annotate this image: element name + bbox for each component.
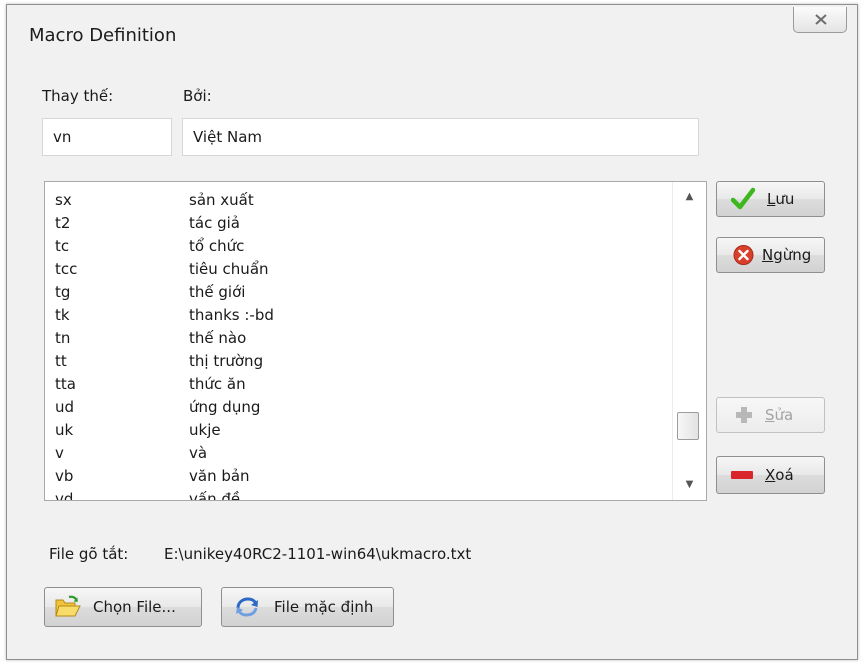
macro-list-rows: sx sản xuất t2 tác giả tc tổ chức tcc tiêu chuẩ… (45, 189, 673, 501)
macro-key: vb (55, 467, 74, 485)
file-path: E:\unikey40RC2-1101-win64\ukmacro.txt (164, 545, 472, 563)
list-item[interactable]: tta thức ăn (45, 373, 673, 396)
list-item[interactable]: tc tổ chức (45, 235, 673, 258)
plus-icon (736, 407, 752, 423)
macro-list[interactable]: sx sản xuất t2 tác giả tc tổ chức tcc tiêu chuẩ… (44, 181, 707, 501)
delete-button[interactable]: Xoá (716, 456, 825, 494)
list-item[interactable]: v và (45, 442, 673, 465)
default-file-button[interactable]: File mặc định (221, 587, 394, 627)
list-item[interactable]: vb văn bản (45, 465, 673, 488)
macro-key: sx (55, 191, 72, 209)
replace-input[interactable]: vn (42, 118, 172, 156)
stop-button-label: Ngừng (762, 246, 812, 264)
dialog-title: Macro Definition (29, 25, 177, 46)
scroll-up-arrow-icon[interactable]: ▲ (673, 186, 706, 208)
macro-key: tg (55, 283, 71, 301)
list-item[interactable]: t2 tác giả (45, 212, 673, 235)
macro-value: thế giới (189, 283, 246, 301)
macro-value: tác giả (189, 214, 240, 232)
list-item[interactable]: sx sản xuất (45, 189, 673, 212)
macro-value: thức ăn (189, 375, 246, 393)
list-item[interactable]: tg thế giới (45, 281, 673, 304)
macro-definition-dialog: Macro Definition Thay thế: Bởi: vn Việt … (6, 4, 858, 660)
edit-button-label: Sửa (765, 406, 794, 424)
macro-value: tiêu chuẩn (189, 260, 269, 278)
macro-value: thị trường (189, 352, 264, 370)
choose-file-button[interactable]: Chọn File... (44, 587, 202, 627)
save-button[interactable]: Lưu (716, 181, 825, 217)
checkmark-icon (731, 187, 755, 210)
folder-open-icon (55, 595, 81, 617)
list-item[interactable]: vd vấn đề (45, 488, 673, 501)
by-label: Bởi: (183, 87, 212, 105)
default-file-button-label: File mặc định (274, 598, 374, 616)
list-item[interactable]: ud ứng dụng (45, 396, 673, 419)
list-item[interactable]: tn thế nào (45, 327, 673, 350)
refresh-icon (236, 597, 258, 617)
macro-key: vd (55, 490, 74, 501)
file-label: File gõ tắt: (49, 545, 129, 563)
macro-key: tk (55, 306, 70, 324)
macro-value: tổ chức (189, 237, 245, 255)
macro-value: văn bản (189, 467, 250, 485)
close-button[interactable] (793, 7, 847, 33)
stop-icon (733, 245, 754, 265)
macro-value: sản xuất (189, 191, 254, 209)
list-item[interactable]: tk thanks :-bd (45, 304, 673, 327)
macro-key: v (55, 444, 64, 462)
macro-key: uk (55, 421, 74, 439)
macro-key: ud (55, 398, 75, 416)
by-input[interactable]: Việt Nam (182, 118, 699, 156)
save-button-label: Lưu (767, 190, 795, 208)
list-item[interactable]: tcc tiêu chuẩn (45, 258, 673, 281)
macro-value: ukje (189, 421, 221, 439)
scroll-down-arrow-icon[interactable]: ▼ (673, 474, 706, 496)
minus-icon (731, 471, 753, 479)
macro-key: t2 (55, 214, 71, 232)
macro-key: tn (55, 329, 71, 347)
macro-value: và (189, 444, 208, 462)
macro-value: thế nào (189, 329, 247, 347)
macro-value: vấn đề (189, 490, 241, 501)
scrollbar-thumb[interactable] (677, 412, 699, 440)
stop-button[interactable]: Ngừng (716, 237, 825, 273)
edit-button[interactable]: Sửa (716, 397, 825, 433)
choose-file-button-label: Chọn File... (93, 598, 176, 616)
title-bar: Macro Definition (7, 5, 857, 55)
macro-key: tcc (55, 260, 78, 278)
macro-key: tc (55, 237, 70, 255)
macro-key: tta (55, 375, 76, 393)
close-icon (815, 14, 827, 25)
macro-value: ứng dụng (189, 398, 261, 416)
delete-button-label: Xoá (765, 466, 794, 484)
macro-key: tt (55, 352, 67, 370)
list-item[interactable]: tt thị trường (45, 350, 673, 373)
macro-value: thanks :-bd (189, 306, 274, 324)
list-item[interactable]: uk ukje (45, 419, 673, 442)
replace-label: Thay thế: (42, 87, 114, 105)
vertical-scrollbar[interactable]: ▲ ▼ (672, 182, 706, 500)
